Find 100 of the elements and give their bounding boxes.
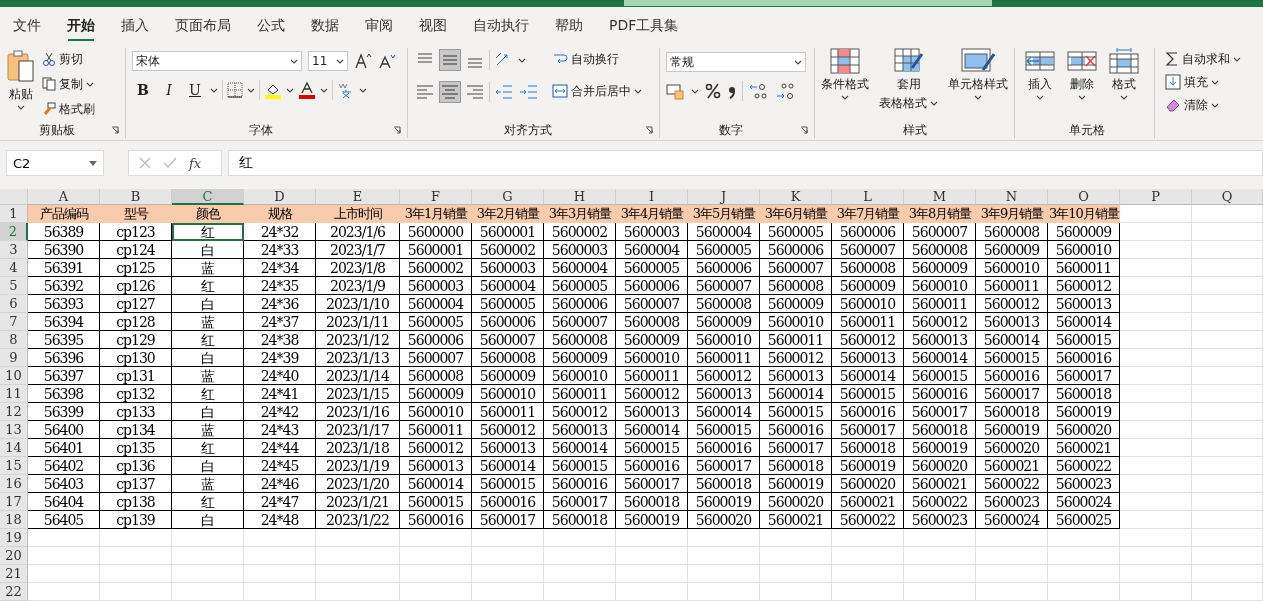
ribbon-tab[interactable]: 帮助 (545, 13, 593, 38)
empty-cell (904, 583, 976, 601)
column-title-cell: 颜色 (172, 205, 244, 223)
ribbon-tab[interactable]: 审阅 (355, 13, 403, 38)
table-cell: 5600009 (760, 295, 832, 313)
row-header[interactable]: 7 (0, 313, 28, 331)
formula-input[interactable]: 红 (228, 150, 1263, 176)
column-header[interactable]: E (316, 189, 400, 205)
row-header[interactable]: 18 (0, 511, 28, 529)
empty-cell (472, 565, 544, 583)
empty-cell (544, 529, 616, 547)
row-header[interactable]: 20 (0, 547, 28, 565)
row-header[interactable]: 8 (0, 331, 28, 349)
fill-button[interactable]: 填充 (1165, 71, 1241, 93)
font-name-dropdown[interactable]: 宋体 (132, 51, 302, 71)
copy-button[interactable]: 复制 (42, 73, 95, 95)
table-cell: 5600023 (904, 511, 976, 529)
bold-button[interactable]: B (132, 79, 154, 101)
paste-button[interactable]: 粘贴 (6, 48, 36, 110)
format-as-table-button[interactable]: 套用 表格格式 (879, 48, 938, 112)
column-header[interactable]: A (28, 189, 100, 205)
table-cell: 5600011 (760, 331, 832, 349)
delete-cells-button[interactable]: 删除 (1067, 48, 1097, 100)
row-header[interactable]: 14 (0, 439, 28, 457)
table-cell: 5600019 (688, 493, 760, 511)
wrap-text-button[interactable]: 自动换行 (552, 48, 642, 70)
row-header[interactable]: 2 (0, 223, 28, 241)
insert-function-button[interactable]: fx (189, 155, 202, 171)
column-header[interactable]: N (976, 189, 1048, 205)
column-header[interactable]: I (616, 189, 688, 205)
empty-cell (1192, 403, 1263, 421)
column-header[interactable]: C (172, 189, 244, 205)
format-painter-button[interactable]: 格式刷 (42, 98, 95, 120)
table-cell: 56398 (28, 385, 100, 403)
clear-button[interactable]: 清除 (1165, 94, 1241, 116)
row-header[interactable]: 3 (0, 241, 28, 259)
autosum-button[interactable]: 自动求和 (1165, 48, 1241, 70)
row-header[interactable]: 17 (0, 493, 28, 511)
row-header[interactable]: 5 (0, 277, 28, 295)
format-cells-button[interactable]: 格式 (1109, 48, 1139, 100)
column-header[interactable]: M (904, 189, 976, 205)
column-header[interactable]: P (1120, 189, 1192, 205)
table-cell: 5600012 (904, 313, 976, 331)
table-cell: 5600006 (472, 313, 544, 331)
font-size-dropdown[interactable]: 11 (308, 51, 348, 71)
column-header[interactable]: B (100, 189, 172, 205)
ribbon-tab[interactable]: 插入 (111, 13, 159, 38)
row-header[interactable]: 1 (0, 205, 28, 223)
font-color-icon (298, 81, 316, 99)
column-header[interactable]: H (544, 189, 616, 205)
column-header[interactable]: K (760, 189, 832, 205)
row-header[interactable]: 22 (0, 583, 28, 601)
conditional-formatting-button[interactable]: 条件格式 (821, 48, 869, 100)
table-cell: cp127 (100, 295, 172, 313)
ribbon-tab[interactable]: 数据 (301, 13, 349, 38)
table-cell: 蓝 (172, 313, 244, 331)
select-all-corner[interactable] (0, 189, 28, 205)
name-box[interactable]: C2 (6, 150, 104, 176)
row-header[interactable]: 16 (0, 475, 28, 493)
number-format-dropdown[interactable]: 常规 (666, 52, 806, 72)
column-header[interactable]: L (832, 189, 904, 205)
cell-styles-button[interactable]: 单元格样式 (948, 48, 1008, 100)
table-cell: 5600013 (760, 367, 832, 385)
group-label: 对齐方式 (502, 121, 553, 139)
row-header[interactable]: 11 (0, 385, 28, 403)
underline-button[interactable]: U (184, 79, 206, 101)
column-header[interactable]: F (400, 189, 472, 205)
insert-cells-button[interactable]: 插入 (1025, 48, 1055, 100)
row-header[interactable]: 21 (0, 565, 28, 583)
row-header[interactable]: 9 (0, 349, 28, 367)
row-header[interactable]: 6 (0, 295, 28, 313)
column-header[interactable]: Q (1192, 189, 1263, 205)
row-header[interactable]: 13 (0, 421, 28, 439)
column-header[interactable]: G (472, 189, 544, 205)
italic-button[interactable]: I (158, 79, 180, 101)
ribbon-tab[interactable]: 文件 (3, 13, 51, 38)
table-cell[interactable]: 红 (172, 223, 244, 241)
table-cell: 5600019 (760, 475, 832, 493)
ribbon-tab[interactable]: PDF工具集 (599, 13, 689, 38)
column-header[interactable]: J (688, 189, 760, 205)
merge-center-button[interactable]: 合并后居中 (552, 80, 642, 102)
ribbon-tab[interactable]: 视图 (409, 13, 457, 38)
column-title-cell: 产品编码 (28, 205, 100, 223)
column-header[interactable]: D (244, 189, 316, 205)
ribbon-tab[interactable]: 开始 (57, 13, 105, 38)
ribbon-tab[interactable]: 页面布局 (165, 13, 241, 38)
column-title-cell: 3年5月销量 (688, 205, 760, 223)
row-header[interactable]: 4 (0, 259, 28, 277)
cut-button[interactable]: 剪切 (42, 48, 95, 70)
table-cell: 5600020 (760, 493, 832, 511)
row-header[interactable]: 12 (0, 403, 28, 421)
column-header[interactable]: O (1048, 189, 1120, 205)
row-header[interactable]: 15 (0, 457, 28, 475)
row-header[interactable]: 10 (0, 367, 28, 385)
empty-cell (100, 547, 172, 565)
ribbon-tab[interactable]: 自动执行 (463, 13, 539, 38)
row-header[interactable]: 19 (0, 529, 28, 547)
empty-cell (172, 547, 244, 565)
ribbon-tab[interactable]: 公式 (247, 13, 295, 38)
empty-cell (688, 547, 760, 565)
